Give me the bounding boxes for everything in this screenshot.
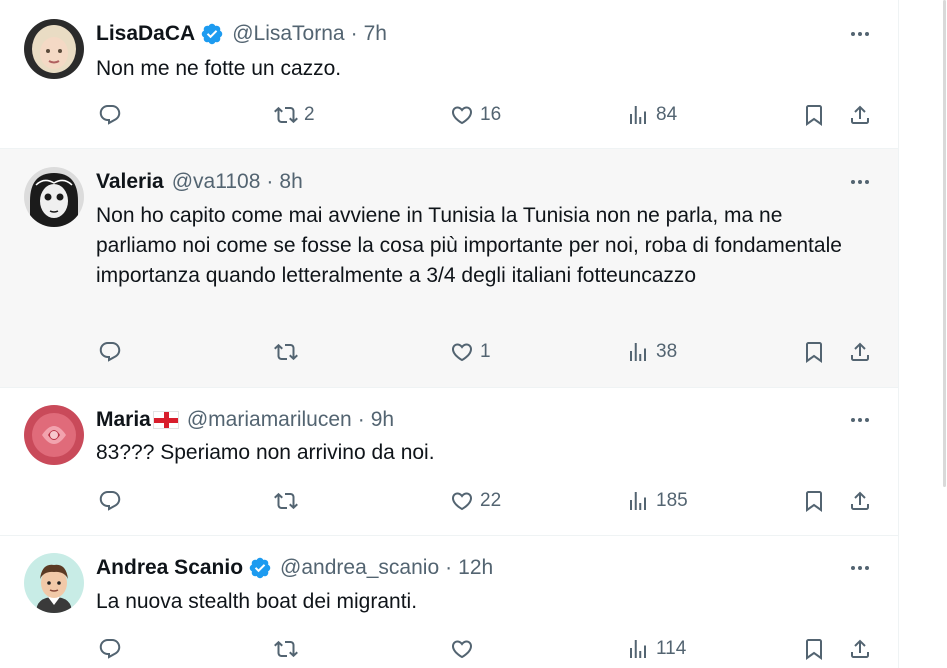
views-bar-chart-icon	[630, 106, 646, 124]
share-button[interactable]	[848, 337, 872, 367]
heart-icon	[451, 106, 473, 125]
views-count: 114	[656, 638, 687, 659]
reply-button[interactable]	[98, 486, 128, 516]
timestamp[interactable]: 12h	[458, 556, 493, 580]
avatar[interactable]	[24, 405, 84, 465]
tweet-card[interactable]: Valeria @va1108 · 8h Non ho capito come …	[0, 149, 898, 388]
views-bar-chart-icon	[630, 492, 646, 510]
like-button[interactable]: 1	[450, 337, 491, 367]
verified-badge-icon	[200, 22, 224, 46]
bookmark-icon	[806, 105, 822, 126]
retweet-icon	[274, 640, 298, 658]
like-count: 1	[480, 341, 491, 362]
bookmark-button[interactable]	[802, 337, 826, 367]
heart-icon	[451, 492, 473, 511]
views-button[interactable]: 84	[626, 100, 677, 130]
reply-bubble-icon	[99, 342, 121, 362]
author-name[interactable]: Maria	[96, 408, 151, 432]
reply-button[interactable]	[98, 634, 128, 664]
verified-badge-icon	[248, 556, 272, 580]
reply-bubble-icon	[99, 491, 121, 511]
share-upload-icon	[851, 105, 869, 124]
separator-dot: ·	[266, 170, 274, 193]
bookmark-icon	[806, 342, 822, 363]
views-count: 185	[656, 490, 688, 511]
like-count: 22	[480, 490, 502, 511]
avatar[interactable]	[24, 19, 84, 79]
author-handle[interactable]: @va1108	[172, 170, 261, 194]
like-count: 16	[480, 104, 502, 125]
views-button[interactable]: 114	[626, 634, 686, 664]
tweet-header: Andrea Scanio @andrea_scanio · 12h	[96, 553, 493, 583]
tweet-card[interactable]: LisaDaCA @LisaTorna · 7h Non me ne fotte…	[0, 0, 898, 149]
reply-button[interactable]	[98, 337, 128, 367]
author-name[interactable]: Valeria	[96, 170, 164, 194]
share-upload-icon	[851, 342, 869, 361]
author-name[interactable]: Andrea Scanio	[96, 556, 243, 580]
bookmark-button[interactable]	[802, 100, 826, 130]
share-button[interactable]	[848, 486, 872, 516]
like-button[interactable]: 22	[450, 486, 501, 516]
tweet-text: La nuova stealth boat dei migranti.	[96, 590, 418, 613]
bookmark-button[interactable]	[802, 634, 826, 664]
views-button[interactable]: 38	[626, 337, 677, 367]
views-bar-chart-icon	[630, 640, 646, 658]
separator-dot: ·	[357, 408, 365, 431]
share-button[interactable]	[848, 634, 872, 664]
author-name[interactable]: LisaDaCA	[96, 22, 195, 46]
views-count: 38	[656, 341, 678, 362]
bookmark-icon	[806, 491, 822, 512]
scrollbar-thumb[interactable]	[943, 0, 946, 487]
like-button[interactable]: 16	[450, 100, 501, 130]
timeline-feed: LisaDaCA @LisaTorna · 7h Non me ne fotte…	[0, 0, 899, 668]
separator-dot: ·	[445, 556, 453, 579]
timestamp[interactable]: 7h	[364, 22, 387, 46]
timestamp[interactable]: 8h	[279, 170, 302, 194]
tweet-header: Valeria @va1108 · 8h	[96, 167, 303, 197]
share-upload-icon	[851, 491, 869, 510]
views-count: 84	[656, 104, 678, 125]
retweet-button[interactable]	[274, 486, 304, 516]
views-bar-chart-icon	[630, 343, 646, 361]
more-dots-icon[interactable]	[848, 22, 872, 46]
views-button[interactable]: 185	[626, 486, 688, 516]
tweet-header: LisaDaCA @LisaTorna · 7h	[96, 19, 387, 49]
heart-icon	[451, 640, 473, 659]
tweet-card[interactable]: Andrea Scanio @andrea_scanio · 12h La nu…	[0, 536, 898, 668]
reply-bubble-icon	[99, 105, 121, 125]
more-dots-icon[interactable]	[848, 556, 872, 580]
heart-icon	[451, 343, 473, 362]
tweet-card[interactable]: Maria @mariamarilucen · 9h 83??? Speriam…	[0, 388, 898, 536]
tweet-header: Maria @mariamarilucen · 9h	[96, 405, 394, 435]
retweet-icon	[274, 343, 298, 361]
like-button[interactable]	[450, 634, 480, 664]
scrollbar-track[interactable]	[899, 0, 947, 668]
england-flag-icon	[152, 411, 179, 429]
tweet-text: Non ho capito come mai avviene in Tunisi…	[96, 204, 842, 287]
author-handle[interactable]: @mariamarilucen	[187, 408, 352, 432]
author-handle[interactable]: @andrea_scanio	[280, 556, 439, 580]
bookmark-icon	[806, 639, 822, 660]
bookmark-button[interactable]	[802, 486, 826, 516]
retweet-button[interactable]	[274, 337, 304, 367]
retweet-button[interactable]: 2	[274, 100, 315, 130]
tweet-text: Non me ne fotte un cazzo.	[96, 57, 342, 80]
separator-dot: ·	[350, 22, 358, 45]
retweet-icon	[274, 106, 298, 124]
retweet-icon	[274, 492, 298, 510]
author-handle[interactable]: @LisaTorna	[232, 22, 344, 46]
share-button[interactable]	[848, 100, 872, 130]
retweet-button[interactable]	[274, 634, 304, 664]
share-upload-icon	[851, 639, 869, 658]
tweet-text: 83??? Speriamo non arrivino da noi.	[96, 441, 435, 464]
avatar[interactable]	[24, 553, 84, 613]
reply-button[interactable]	[98, 100, 128, 130]
timestamp[interactable]: 9h	[371, 408, 394, 432]
retweet-count: 2	[304, 104, 315, 125]
more-dots-icon[interactable]	[848, 170, 872, 194]
reply-bubble-icon	[99, 639, 121, 659]
avatar[interactable]	[24, 167, 84, 227]
more-dots-icon[interactable]	[848, 408, 872, 432]
